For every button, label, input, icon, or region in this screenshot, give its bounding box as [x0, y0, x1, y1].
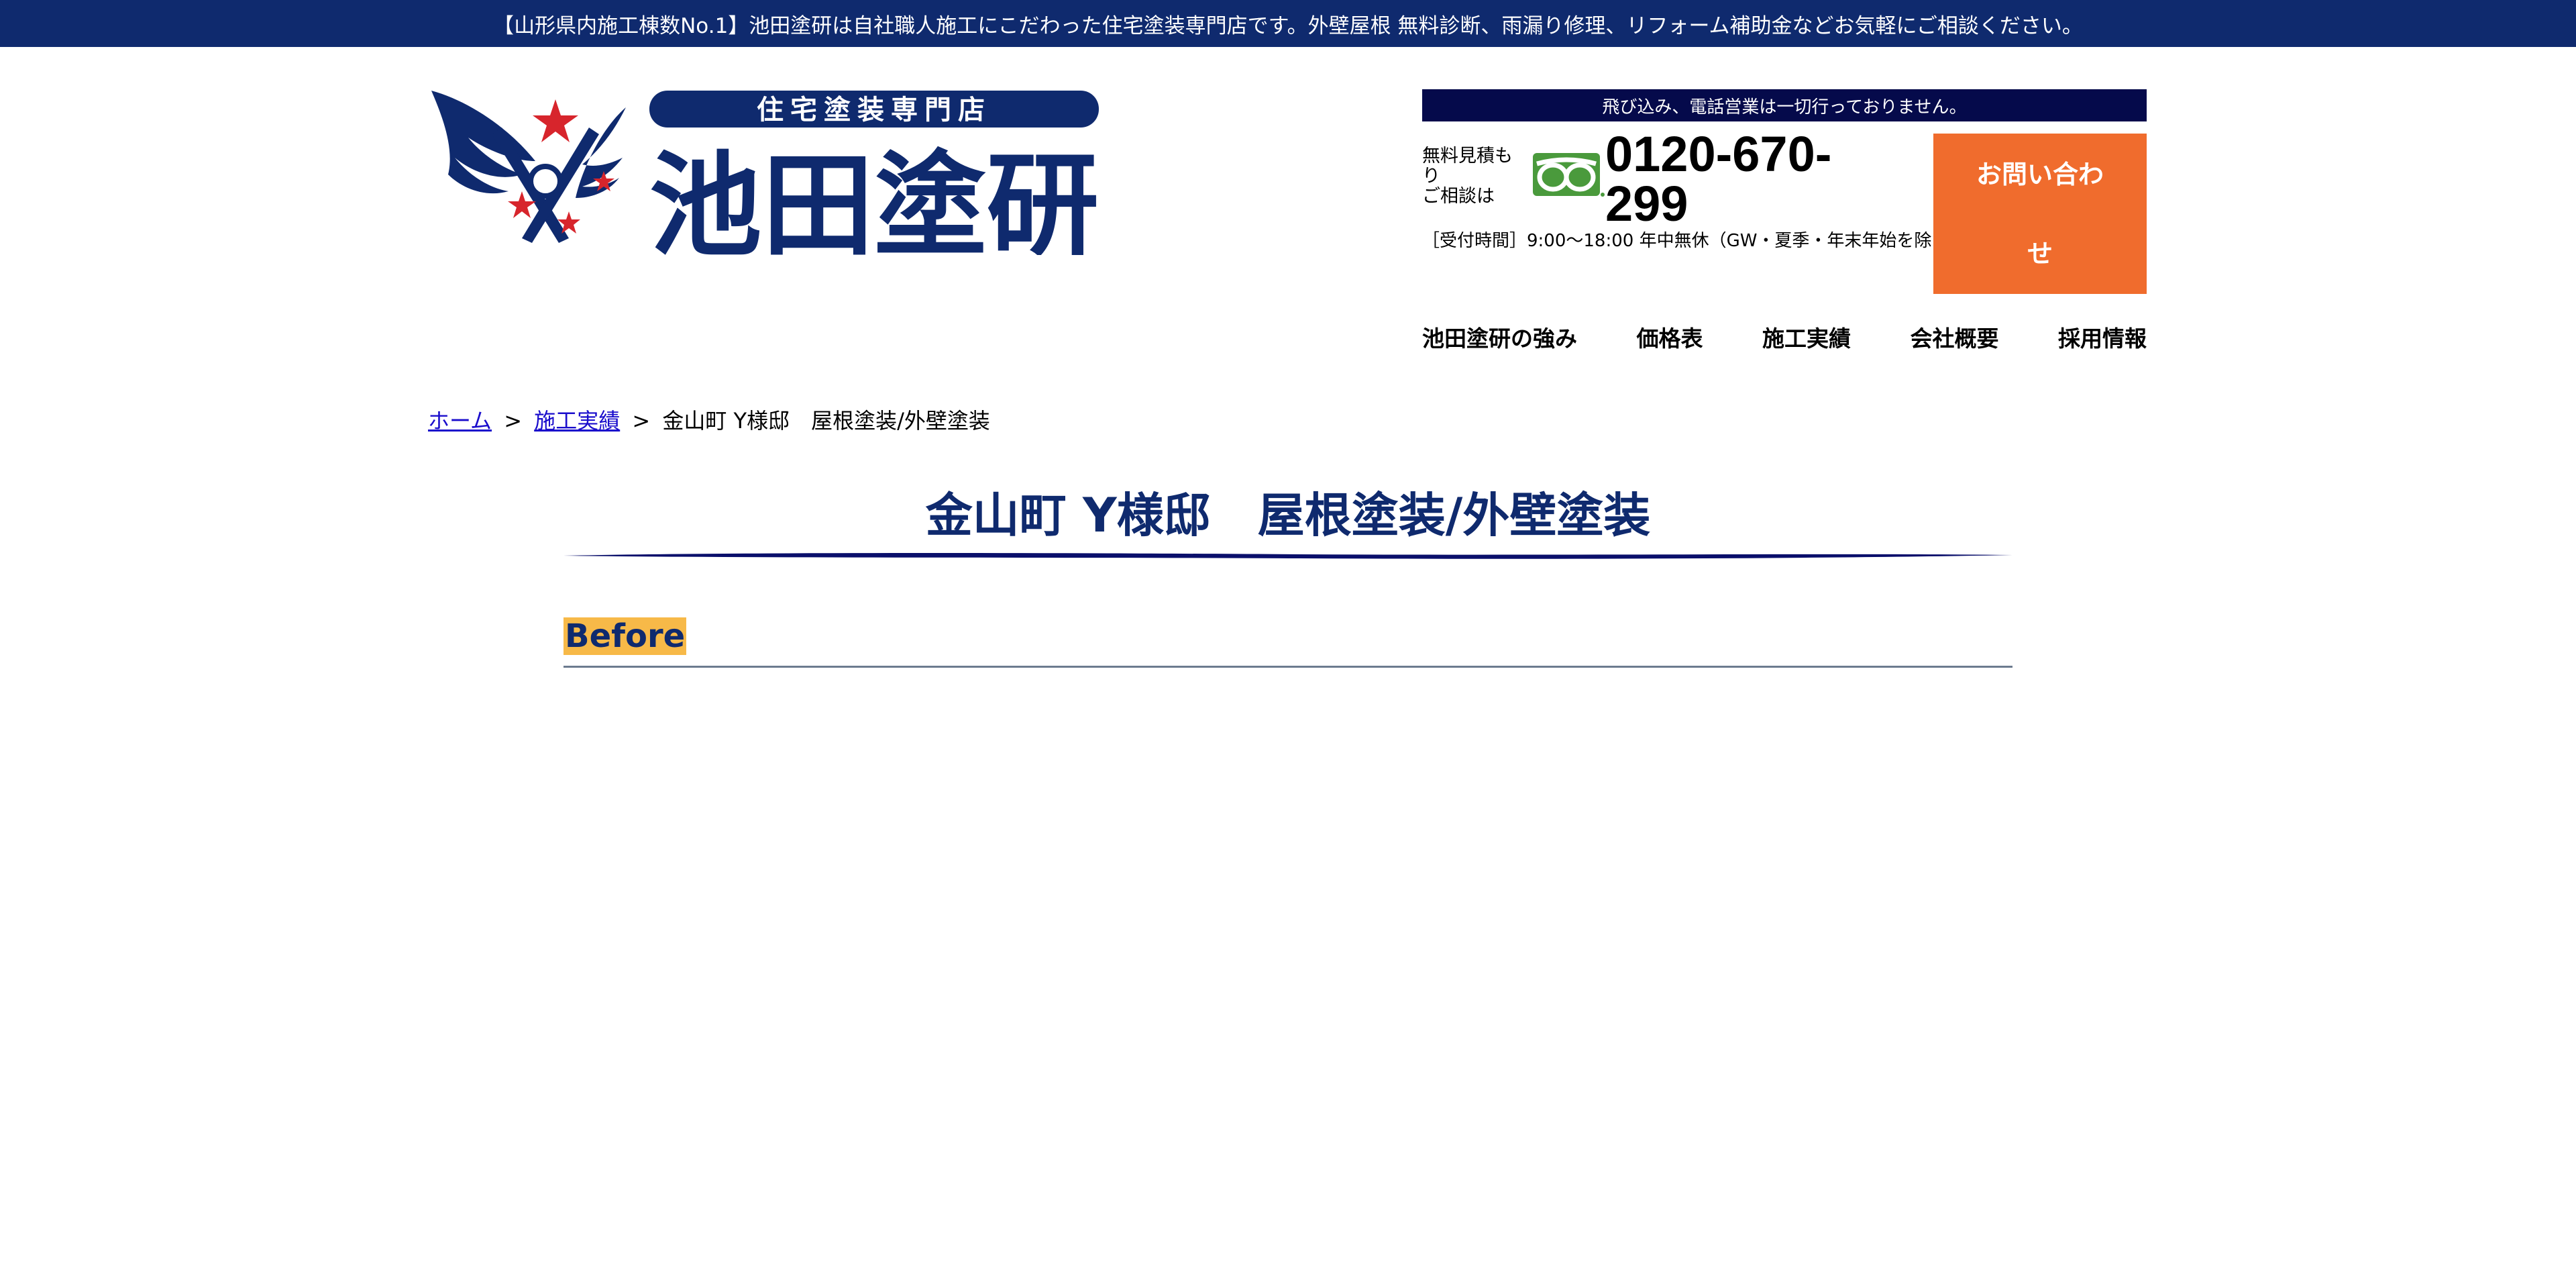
- breadcrumb-current: 金山町 Y様邸 屋根塗装/外壁塗装: [662, 408, 990, 434]
- site-logo[interactable]: 住宅塗装専門店 池田塗研: [428, 87, 1099, 255]
- contact-button-label-line1: お問い合わ: [1976, 159, 2104, 189]
- business-hours: ［受付時間］9:00〜18:00 年中無休（GW・夏季・年末年始を除く）: [1422, 231, 1967, 251]
- top-banner: 【山形県内施工棟数No.1】池田塗研は自社職人施工にこだわった住宅塗装専門店です…: [0, 0, 2576, 47]
- contact-label-line2: り: [1422, 166, 1440, 187]
- nav-item-works[interactable]: 施工実績: [1762, 321, 1851, 353]
- freedial-icon: [1532, 150, 1605, 199]
- contact-button[interactable]: お問い合わ せ: [1933, 134, 2147, 294]
- before-heading: Before: [564, 617, 687, 655]
- nav-item-recruit[interactable]: 採用情報: [2058, 321, 2147, 353]
- main-nav: 池田塗研の強み 価格表 施工実績 会社概要 採用情報: [1422, 321, 2147, 353]
- logo-name: 池田塗研: [649, 139, 1099, 255]
- page-title: 金山町 Y様邸 屋根塗装/外壁塗装: [925, 488, 1651, 543]
- phone-line1: 0120-670-: [1605, 126, 1832, 182]
- breadcrumb-separator: >: [504, 408, 523, 434]
- contact-label-line3: ご相談は: [1422, 186, 1495, 207]
- nav-item-strengths[interactable]: 池田塗研の強み: [1422, 321, 1577, 353]
- breadcrumb-separator: >: [632, 408, 651, 434]
- title-underline: [564, 553, 2012, 559]
- red-star-icon: [533, 99, 578, 142]
- nav-item-company[interactable]: 会社概要: [1911, 321, 1999, 353]
- phone-line2: 299: [1605, 176, 1688, 232]
- logo-graphic: 住宅塗装専門店 池田塗研: [431, 91, 1099, 255]
- contact-label: 無料見積も り ご相談は: [1422, 146, 1523, 207]
- breadcrumb-works-link[interactable]: 施工実績: [534, 408, 620, 434]
- notice-text: 飛び込み、電話営業は一切行っておりません。: [1602, 97, 1967, 117]
- phone-number-link[interactable]: 0120-670- 299: [1605, 130, 1907, 229]
- breadcrumb: ホーム > 施工実績 > 金山町 Y様邸 屋根塗装/外壁塗装: [428, 404, 990, 435]
- contact-label-line1: 無料見積も: [1422, 146, 1513, 166]
- logo-tagline: 住宅塗装専門店: [757, 95, 991, 125]
- breadcrumb-home-link[interactable]: ホーム: [428, 408, 492, 434]
- no-sales-notice: 飛び込み、電話営業は一切行っておりません。: [1422, 89, 2147, 121]
- top-banner-text: 【山形県内施工棟数No.1】池田塗研は自社職人施工にこだわった住宅塗装専門店です…: [493, 13, 2083, 38]
- nav-item-price-list[interactable]: 価格表: [1637, 321, 1703, 353]
- contact-button-label-line2: せ: [2027, 238, 2053, 268]
- before-divider: [564, 666, 2012, 668]
